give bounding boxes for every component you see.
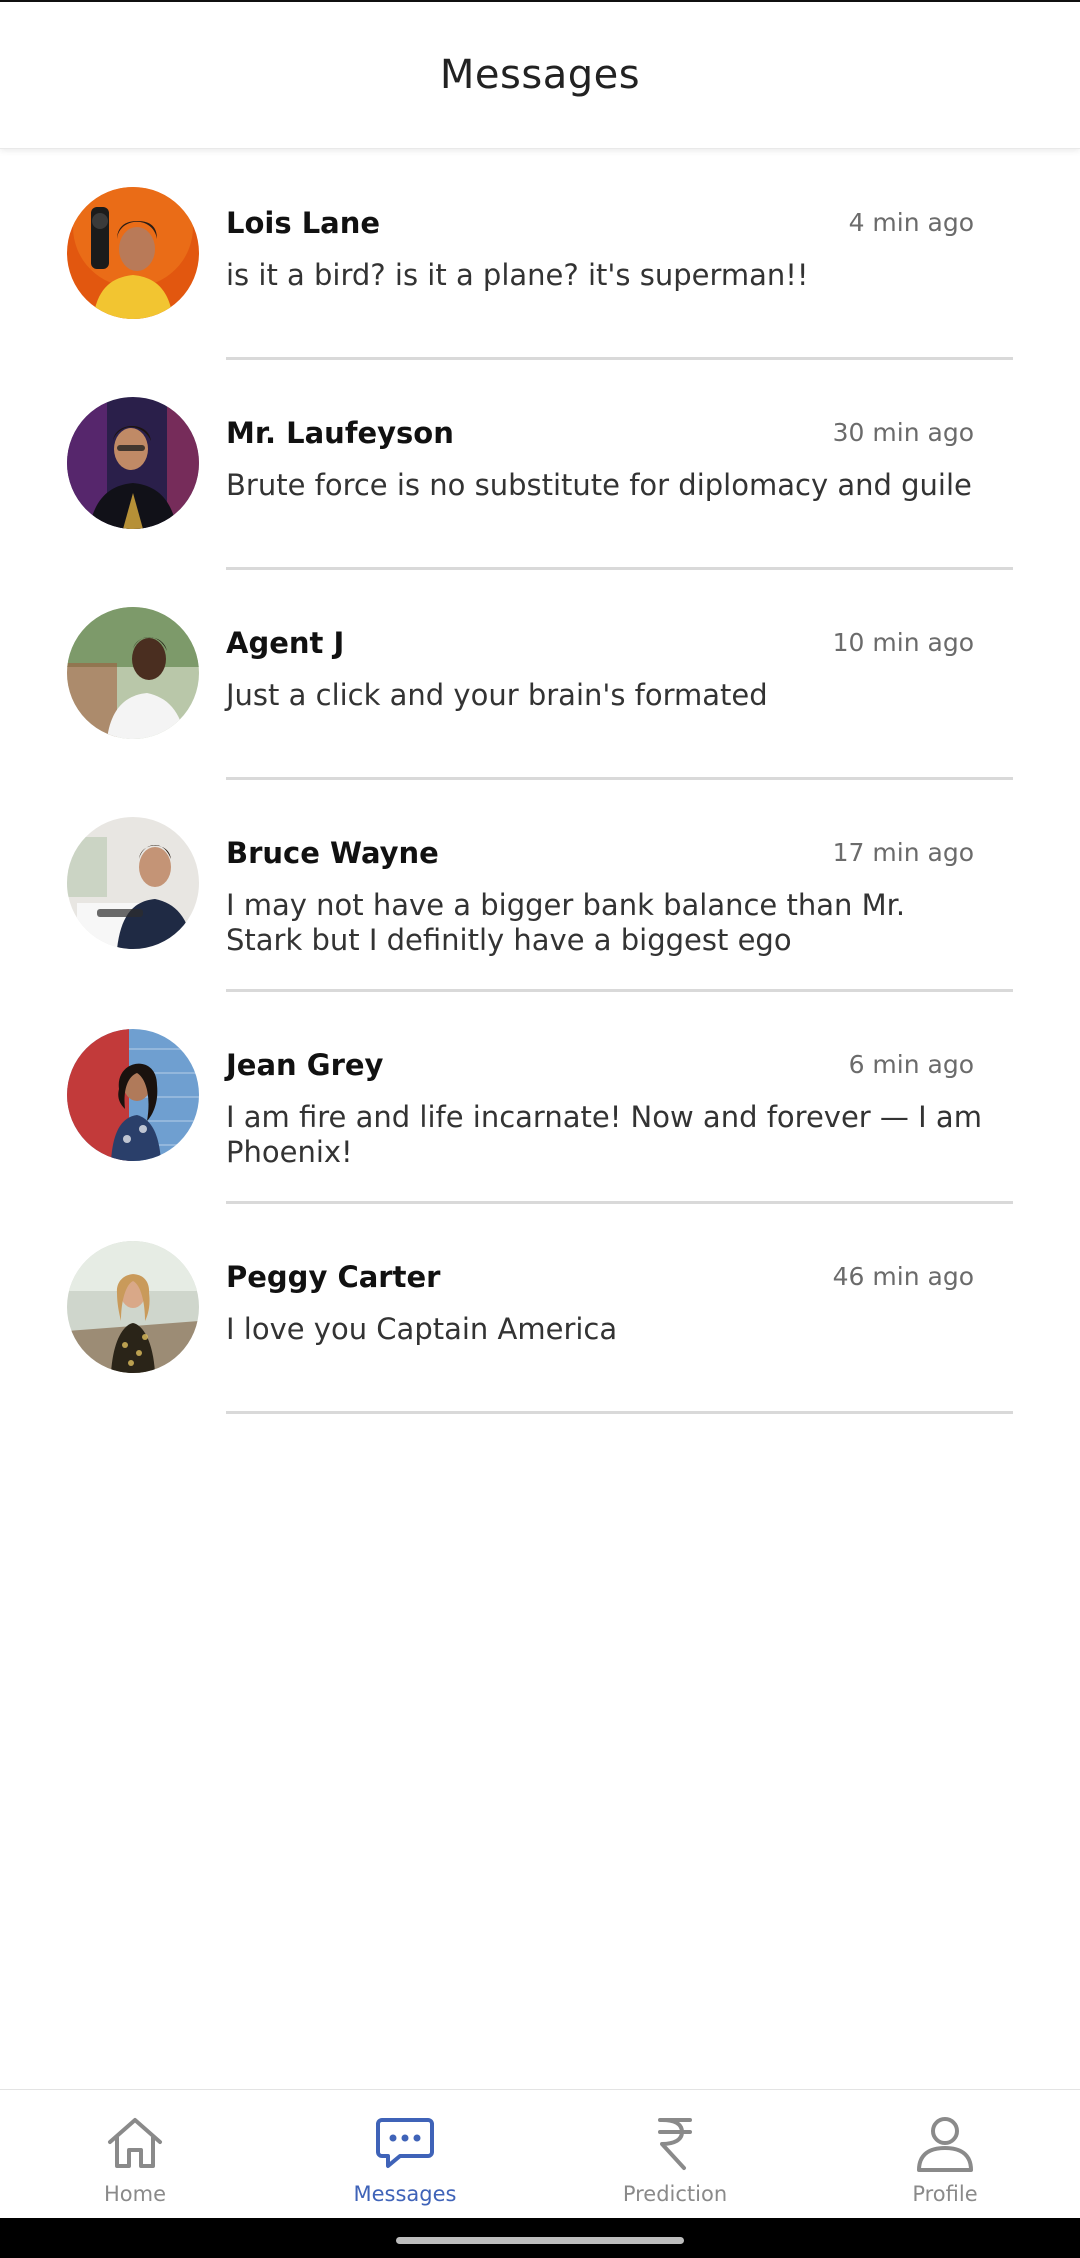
contact-name: Bruce Wayne	[226, 836, 439, 870]
nav-item-messages[interactable]: Messages	[270, 2090, 540, 2219]
page-title: Messages	[439, 52, 641, 98]
avatar	[67, 187, 199, 319]
app-header: Messages	[0, 2, 1080, 149]
divider	[226, 1411, 1013, 1414]
message-item-peggy-carter[interactable]: Peggy Carter 46 min ago I love you Capta…	[0, 1204, 1080, 1414]
avatar	[67, 1029, 199, 1161]
contact-name: Mr. Laufeyson	[226, 416, 454, 450]
nav-label: Prediction	[622, 2182, 728, 2206]
avatar	[67, 607, 199, 739]
home-gesture-handle[interactable]	[396, 2237, 684, 2244]
message-timestamp: 4 min ago	[848, 208, 974, 237]
home-icon	[108, 2118, 162, 2168]
message-item-agent-j[interactable]: Agent J 10 min ago Just a click and your…	[0, 570, 1080, 780]
nav-item-prediction[interactable]: Prediction	[540, 2090, 810, 2219]
message-item-lois-lane[interactable]: Lois Lane 4 min ago is it a bird? is it …	[0, 150, 1080, 360]
message-preview: Brute force is no substitute for diploma…	[226, 468, 972, 502]
nav-label: Home	[103, 2182, 166, 2206]
message-preview: I love you Captain America	[226, 1312, 618, 1346]
contact-name: Jean Grey	[226, 1048, 384, 1082]
system-navigation-bar	[0, 2218, 1080, 2258]
person-icon	[917, 2117, 973, 2172]
chat-bubble-icon	[376, 2118, 434, 2168]
message-timestamp: 6 min ago	[848, 1050, 974, 1079]
nav-item-home[interactable]: Home	[0, 2090, 270, 2219]
nav-label: Profile	[912, 2182, 978, 2206]
avatar	[67, 397, 199, 529]
avatar	[67, 817, 199, 949]
contact-name: Agent J	[226, 626, 345, 660]
message-preview: Just a click and your brain's formated	[226, 678, 768, 712]
message-item-jean-grey[interactable]: Jean Grey 6 min ago I am fire and life i…	[0, 992, 1080, 1204]
message-timestamp: 10 min ago	[832, 628, 974, 657]
contact-name: Peggy Carter	[226, 1260, 441, 1294]
message-preview: I am fire and life incarnate! Now and fo…	[226, 1100, 982, 1169]
message-list: Lois Lane 4 min ago is it a bird? is it …	[0, 150, 1080, 1414]
message-timestamp: 46 min ago	[832, 1262, 974, 1291]
nav-label: Messages	[353, 2182, 457, 2206]
bottom-navigation: Home Messages Prediction Profile	[0, 2089, 1080, 2219]
message-timestamp: 30 min ago	[832, 418, 974, 447]
rupee-icon	[658, 2118, 692, 2170]
message-preview: I may not have a bigger bank balance tha…	[226, 888, 906, 957]
avatar	[67, 1241, 199, 1373]
message-timestamp: 17 min ago	[832, 838, 974, 867]
message-item-bruce-wayne[interactable]: Bruce Wayne 17 min ago I may not have a …	[0, 780, 1080, 992]
message-item-mr-laufeyson[interactable]: Mr. Laufeyson 30 min ago Brute force is …	[0, 360, 1080, 570]
message-preview: is it a bird? is it a plane? it's superm…	[226, 258, 809, 292]
nav-item-profile[interactable]: Profile	[810, 2090, 1080, 2219]
contact-name: Lois Lane	[226, 206, 381, 240]
